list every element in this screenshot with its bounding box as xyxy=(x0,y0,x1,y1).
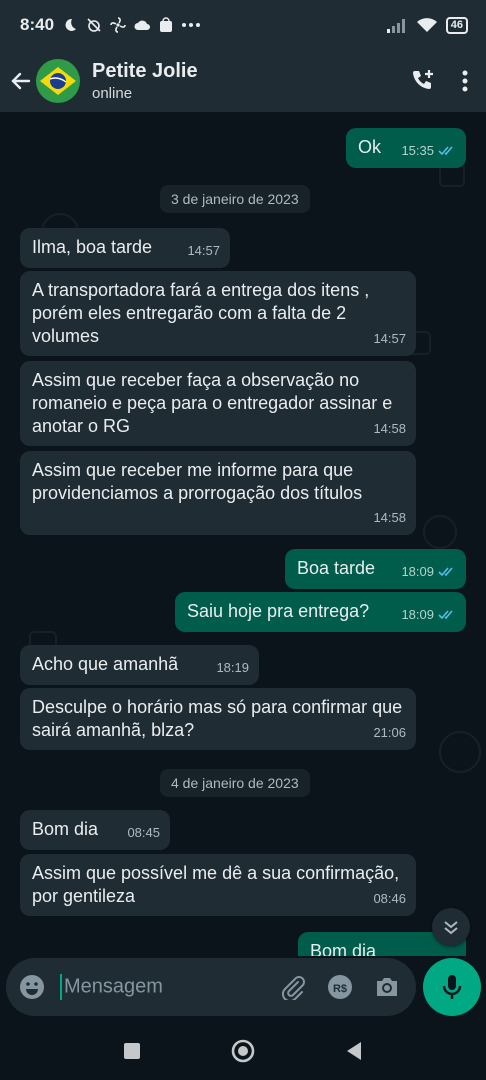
message-incoming[interactable]: Desculpe o horário mas só para confirmar… xyxy=(20,688,416,750)
payment-icon[interactable]: R$ xyxy=(326,973,354,1001)
message-list[interactable]: Ok 15:35 3 de janeiro de 2023 Ilma, boa … xyxy=(0,112,486,956)
voice-message-button[interactable] xyxy=(423,958,481,1016)
message-incoming[interactable]: Ilma, boa tarde 14:57 xyxy=(20,228,230,268)
message-text: Saiu hoje pra entrega? xyxy=(187,601,370,621)
message-text: Ilma, boa tarde xyxy=(32,237,153,257)
avatar[interactable] xyxy=(36,59,80,103)
message-incoming[interactable]: Assim que receber faça a observação no r… xyxy=(20,361,416,446)
date-divider: 3 de janeiro de 2023 xyxy=(160,185,310,213)
cloud-icon xyxy=(134,20,151,30)
status-bar: 8:40 46 xyxy=(0,0,486,50)
wifi-icon xyxy=(416,18,437,32)
message-text: Ok xyxy=(358,137,382,157)
microphone-icon xyxy=(442,975,462,999)
back-button[interactable] xyxy=(8,68,34,94)
message-text: Desculpe o horário mas só para confirmar… xyxy=(32,697,403,740)
message-text: Assim que possível me dê a sua confirmaç… xyxy=(32,863,400,906)
message-time: 15:35 xyxy=(401,143,434,158)
message-time: 14:57 xyxy=(187,243,220,258)
date-divider: 4 de janeiro de 2023 xyxy=(160,769,310,797)
more-notifications-icon xyxy=(182,23,201,27)
message-time: 18:09 xyxy=(401,564,434,579)
message-time: 18:19 xyxy=(216,660,249,675)
message-input[interactable]: Mensagem xyxy=(60,974,163,1000)
add-call-icon[interactable] xyxy=(410,68,436,94)
status-time: 8:40 xyxy=(20,15,55,34)
signal-icon xyxy=(386,19,405,33)
svg-text:R$: R$ xyxy=(333,983,347,995)
read-receipt-icon xyxy=(438,146,453,156)
double-chevron-down-icon xyxy=(444,921,458,935)
contact-info[interactable]: Petite Jolie online xyxy=(92,58,198,104)
camera-icon[interactable] xyxy=(374,975,400,999)
message-time: 08:45 xyxy=(127,825,160,840)
chat-header: Petite Jolie online xyxy=(0,50,486,112)
more-options-icon[interactable] xyxy=(462,70,468,92)
back-nav-icon[interactable] xyxy=(345,1041,363,1061)
message-time: 18:09 xyxy=(401,607,434,622)
message-text: Acho que amanhã xyxy=(32,654,179,674)
read-receipt-icon xyxy=(438,610,453,620)
message-time: 14:58 xyxy=(373,421,406,436)
contact-name: Petite Jolie xyxy=(92,60,198,82)
message-time: 14:57 xyxy=(373,331,406,346)
message-text: A transportadora fará a entrega dos iten… xyxy=(32,280,370,346)
message-text: Bom dia xyxy=(32,819,99,839)
recent-apps-icon[interactable] xyxy=(123,1042,141,1060)
message-incoming[interactable]: Assim que possível me dê a sua confirmaç… xyxy=(20,854,416,916)
emoji-icon[interactable] xyxy=(18,973,46,1001)
message-text: Boa tarde xyxy=(297,558,376,578)
battery-indicator: 46 xyxy=(445,16,468,34)
scroll-to-bottom-button[interactable] xyxy=(432,908,470,946)
message-text: Assim que receber faça a observação no r… xyxy=(32,370,393,436)
message-incoming[interactable]: Bom dia 08:45 xyxy=(20,810,170,850)
message-incoming[interactable]: A transportadora fará a entrega dos iten… xyxy=(20,271,416,356)
message-input-placeholder: Mensagem xyxy=(64,975,163,998)
read-receipt-icon xyxy=(438,567,453,577)
message-text: Bom dia xyxy=(310,941,377,956)
moon-icon xyxy=(65,18,77,31)
attach-icon[interactable] xyxy=(280,974,306,1000)
home-icon[interactable] xyxy=(231,1039,255,1063)
message-time: 08:46 xyxy=(373,891,406,906)
message-text: Assim que receber me informe para que pr… xyxy=(32,460,363,503)
contact-status: online xyxy=(92,85,133,102)
message-time: 14:58 xyxy=(373,510,406,525)
alarm-off-icon xyxy=(87,18,101,32)
message-outgoing[interactable]: Ok 15:35 xyxy=(346,128,466,168)
message-outgoing[interactable]: Boa tarde 18:09 xyxy=(285,549,466,589)
message-composer: Mensagem R$ xyxy=(6,958,416,1016)
shopping-bag-icon xyxy=(160,17,173,32)
message-incoming[interactable]: Acho que amanhã 18:19 xyxy=(20,645,259,685)
fan-icon xyxy=(110,17,126,33)
message-incoming[interactable]: Assim que receber me informe para que pr… xyxy=(20,451,416,535)
message-outgoing[interactable]: Saiu hoje pra entrega? 18:09 xyxy=(175,592,466,632)
message-time: 21:06 xyxy=(373,725,406,740)
system-navigation-bar xyxy=(0,1022,486,1080)
brazil-flag-avatar xyxy=(36,59,80,103)
arrow-left-icon xyxy=(11,72,31,90)
